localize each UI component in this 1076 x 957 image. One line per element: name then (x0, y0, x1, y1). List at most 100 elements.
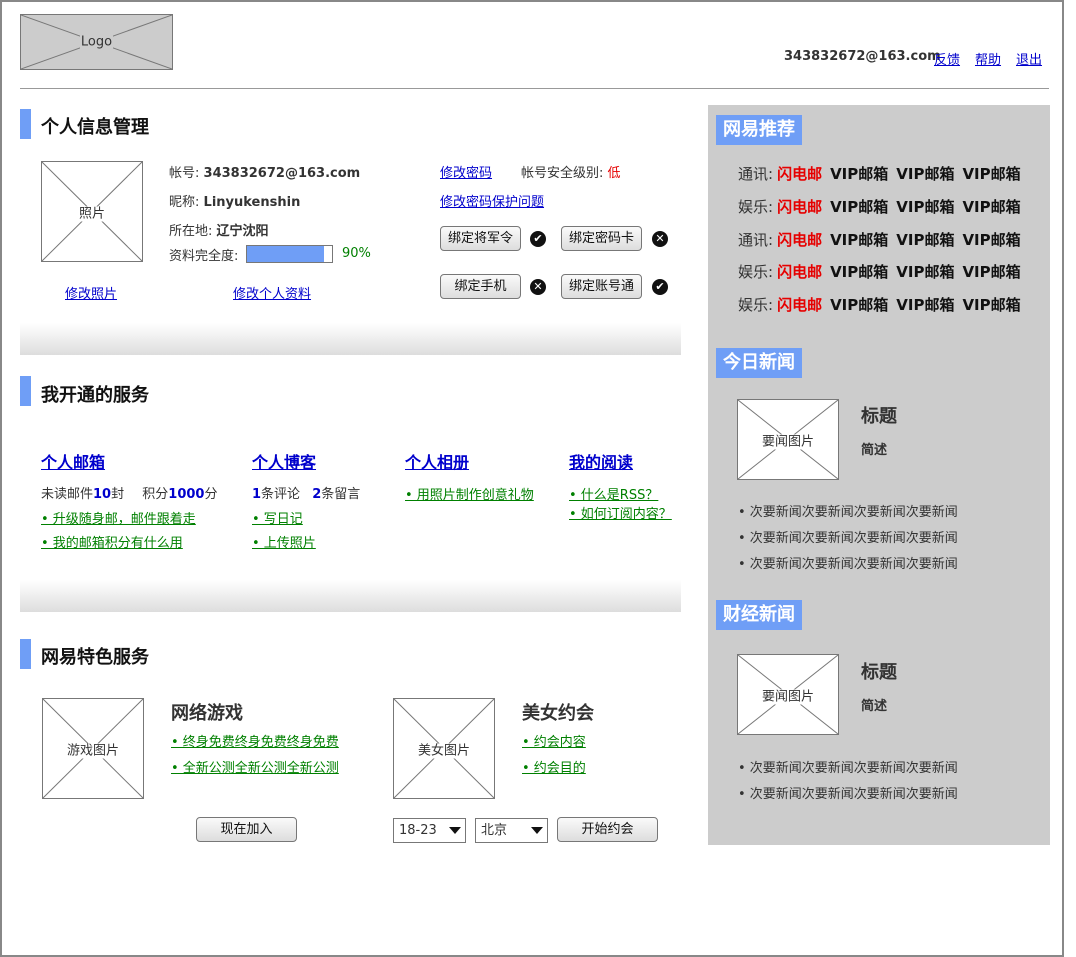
game-title: 网络游戏 (171, 703, 243, 724)
dropdown-arrow-icon (449, 827, 461, 834)
points-unit: 分 (204, 487, 218, 502)
photo-label: 照片 (77, 206, 106, 221)
recommend-item-link[interactable]: VIP邮箱 (830, 198, 888, 216)
recommend-category: 通讯: (738, 231, 774, 249)
recommend-row: 娱乐: 闪电邮 VIP邮箱 VIP邮箱 VIP邮箱 (738, 196, 1029, 217)
blog-service-title[interactable]: 个人博客 (252, 449, 316, 473)
recommend-item-link[interactable]: VIP邮箱 (896, 263, 954, 281)
recommend-item-link[interactable]: VIP邮箱 (962, 198, 1020, 216)
start-dating-button[interactable]: 开始约会 (557, 817, 658, 842)
nickname-label: 昵称: (169, 195, 200, 210)
section-marker (20, 109, 31, 139)
today-news-item[interactable]: • 次要新闻次要新闻次要新闻次要新闻 (738, 527, 958, 546)
logout-link[interactable]: 退出 (1016, 49, 1042, 68)
mail-upgrade-link[interactable]: • 升级随身邮，邮件跟着走 (41, 508, 196, 527)
today-news-item[interactable]: • 次要新闻次要新闻次要新闻次要新闻 (738, 501, 958, 520)
reading-service-title[interactable]: 我的阅读 (569, 449, 633, 473)
game-free-link[interactable]: • 终身免费终身免费终身免费 (171, 731, 339, 750)
age-select[interactable]: 18-23 (393, 818, 466, 843)
recommend-item-link[interactable]: VIP邮箱 (896, 165, 954, 183)
recommend-item-link[interactable]: VIP邮箱 (962, 296, 1020, 314)
mail-points-link[interactable]: • 我的邮箱积分有什么用 (41, 532, 183, 551)
unread-unit: 封 (111, 487, 125, 502)
section-divider (20, 323, 681, 355)
finance-news-summary: 简述 (861, 699, 888, 714)
points-label: 积分 (142, 487, 169, 502)
bind-phone-button[interactable]: 绑定手机 (440, 274, 521, 299)
mail-stats: 未读邮件10封 积分1000分 (41, 483, 217, 502)
finance-news-image-label: 要闻图片 (760, 689, 815, 704)
edit-profile-link[interactable]: 修改个人资料 (233, 283, 311, 302)
comments-count: 1 (252, 487, 262, 502)
completeness-value: 90% (342, 246, 371, 261)
logo[interactable]: Logo (20, 14, 173, 70)
recommend-highlight-link[interactable]: 闪电邮 (777, 165, 822, 183)
recommend-highlight-link[interactable]: 闪电邮 (777, 263, 822, 281)
recommend-item-link[interactable]: VIP邮箱 (896, 296, 954, 314)
account-label: 帐号: (169, 166, 200, 181)
recommend-highlight-link[interactable]: 闪电邮 (777, 231, 822, 249)
dating-title: 美女约会 (522, 703, 594, 724)
blog-upload-photo-link[interactable]: • 上传照片 (252, 532, 316, 551)
account-row: 帐号: 343832672@163.com (169, 162, 360, 181)
page-frame: Logo 343832672@163.com 反馈 帮助 退出 个人信息管理 照… (0, 0, 1064, 957)
dropdown-arrow-icon (531, 827, 543, 834)
recommend-item-link[interactable]: VIP邮箱 (962, 165, 1020, 183)
recommend-row: 通讯: 闪电邮 VIP邮箱 VIP邮箱 VIP邮箱 (738, 229, 1029, 250)
featured-section-title: 网易特色服务 (41, 647, 149, 668)
header-divider (20, 88, 1049, 89)
finance-news-item[interactable]: • 次要新闻次要新闻次要新闻次要新闻 (738, 757, 958, 776)
bind-password-card-button[interactable]: 绑定密码卡 (561, 226, 642, 251)
recommend-item-link[interactable]: VIP邮箱 (896, 231, 954, 249)
security-value: 低 (607, 166, 621, 181)
section-marker (20, 376, 31, 406)
finance-news-headline[interactable]: 标题 (861, 658, 897, 684)
bind-token-button[interactable]: 绑定将军令 (440, 226, 521, 251)
unread-count: 10 (93, 487, 112, 502)
mail-service-title[interactable]: 个人邮箱 (41, 449, 105, 473)
recommend-item-link[interactable]: VIP邮箱 (962, 263, 1020, 281)
section-divider (20, 580, 681, 612)
recommend-highlight-link[interactable]: 闪电邮 (777, 296, 822, 314)
recommend-category: 通讯: (738, 165, 774, 183)
city-select[interactable]: 北京 (475, 818, 548, 843)
recommend-title: 网易推荐 (716, 115, 802, 145)
recommend-item-link[interactable]: VIP邮箱 (830, 263, 888, 281)
reading-rss-link[interactable]: • 什么是RSS？ (569, 484, 658, 503)
today-news-image[interactable]: 要闻图片 (737, 399, 839, 480)
messages-count: 2 (312, 487, 322, 502)
game-image: 游戏图片 (42, 698, 144, 799)
recommend-item-link[interactable]: VIP邮箱 (896, 198, 954, 216)
finance-news-title: 财经新闻 (716, 600, 802, 630)
finance-news-image[interactable]: 要闻图片 (737, 654, 839, 735)
today-news-headline[interactable]: 标题 (861, 402, 897, 428)
bind-account-pass-button[interactable]: 绑定账号通 (561, 274, 642, 299)
reading-subscribe-link[interactable]: • 如何订阅内容？ (569, 503, 672, 522)
album-gift-link[interactable]: • 用照片制作创意礼物 (405, 484, 534, 503)
feedback-link[interactable]: 反馈 (934, 49, 960, 68)
change-password-link[interactable]: 修改密码 (440, 162, 492, 181)
recommend-item-link[interactable]: VIP邮箱 (830, 165, 888, 183)
recommend-item-link[interactable]: VIP邮箱 (830, 296, 888, 314)
recommend-highlight-link[interactable]: 闪电邮 (777, 198, 822, 216)
join-now-button[interactable]: 现在加入 (196, 817, 297, 842)
check-icon: ✔ (652, 279, 668, 295)
recommend-category: 娱乐: (738, 296, 774, 314)
game-image-label: 游戏图片 (65, 743, 120, 758)
security-label: 帐号安全级别: (521, 166, 604, 181)
finance-news-item[interactable]: • 次要新闻次要新闻次要新闻次要新闻 (738, 783, 958, 802)
recommend-item-link[interactable]: VIP邮箱 (962, 231, 1020, 249)
album-service-title[interactable]: 个人相册 (405, 449, 469, 473)
recommend-item-link[interactable]: VIP邮箱 (830, 231, 888, 249)
change-security-question-link[interactable]: 修改密码保护问题 (440, 191, 544, 210)
edit-photo-link[interactable]: 修改照片 (65, 283, 117, 302)
blog-diary-link[interactable]: • 写日记 (252, 508, 303, 527)
dating-purpose-link[interactable]: • 约会目的 (522, 757, 586, 776)
dating-content-link[interactable]: • 约会内容 (522, 731, 586, 750)
help-link[interactable]: 帮助 (975, 49, 1001, 68)
age-select-value: 18-23 (399, 823, 437, 838)
today-news-item[interactable]: • 次要新闻次要新闻次要新闻次要新闻 (738, 553, 958, 572)
completeness-bar (246, 245, 333, 263)
game-beta-link[interactable]: • 全新公测全新公测全新公测 (171, 757, 339, 776)
today-news-summary: 简述 (861, 443, 888, 458)
